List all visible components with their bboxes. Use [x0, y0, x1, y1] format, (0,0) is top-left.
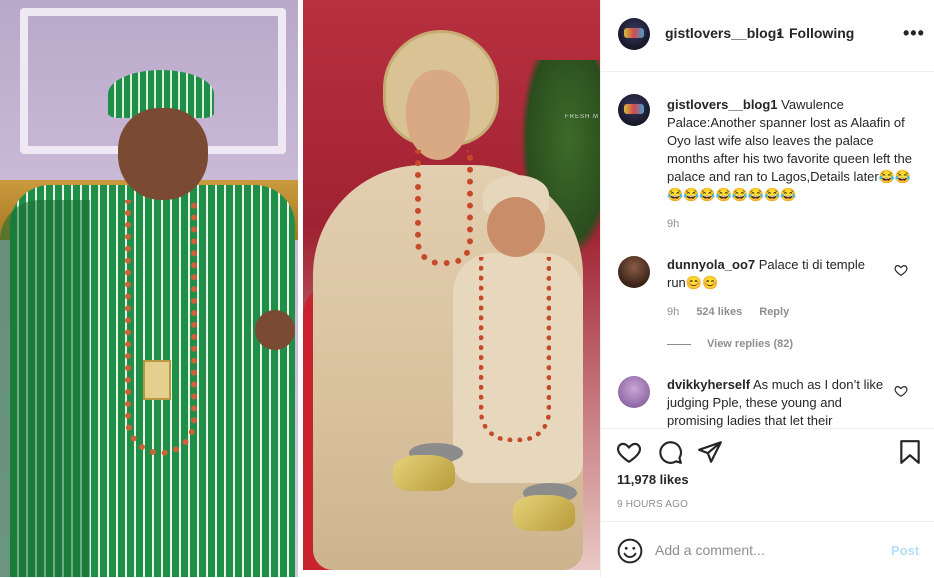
reply-button[interactable]: Reply — [759, 306, 789, 318]
comment-username[interactable]: dunnyola_oo7 — [667, 257, 755, 272]
share-icon[interactable] — [697, 439, 723, 465]
heart-icon[interactable] — [616, 439, 642, 465]
instagram-post-view: FRESH M gistlovers__blog1 • Following ••… — [0, 0, 934, 577]
post-timestamp[interactable]: 9 HOURS AGO — [617, 499, 688, 510]
post-comment-button[interactable]: Post — [891, 543, 919, 558]
view-replies-button[interactable]: View replies (82) — [667, 338, 793, 350]
comment: dvikkyherself As much as I don’t like ju… — [667, 376, 887, 428]
comment-timestamp[interactable]: 9h — [667, 306, 679, 318]
add-comment-input[interactable] — [655, 540, 875, 560]
bookmark-icon[interactable] — [897, 439, 923, 465]
post-side-panel: gistlovers__blog1 • Following ••• gistlo… — [600, 0, 934, 577]
add-comment-bar: Post — [601, 521, 934, 578]
photo-king — [0, 0, 298, 577]
caption-username[interactable]: gistlovers__blog1 — [667, 97, 778, 112]
comment-like-heart-icon[interactable] — [894, 263, 908, 277]
photo-watermark: FRESH M — [565, 114, 599, 120]
caption-timestamp[interactable]: 9h — [667, 218, 679, 230]
post-image[interactable]: FRESH M — [0, 0, 600, 577]
caption-text: Vawulence Palace:Another spanner lost as… — [667, 97, 912, 202]
emoji-icon[interactable] — [617, 538, 643, 564]
comment-likes[interactable]: 524 likes — [696, 306, 742, 318]
comment-icon[interactable] — [657, 439, 683, 465]
likes-count[interactable]: 11,978 likes — [617, 472, 689, 487]
comment: dunnyola_oo7 Palace ti di temple run😊😊 — [667, 256, 887, 292]
view-replies-label: View replies (82) — [707, 338, 794, 350]
comment-avatar[interactable] — [618, 376, 650, 408]
following-button[interactable]: Following — [789, 25, 854, 41]
caption: gistlovers__blog1 Vawulence Palace:Anoth… — [667, 96, 919, 204]
post-header: gistlovers__blog1 • Following ••• — [601, 0, 934, 72]
comments-list[interactable]: gistlovers__blog1 Vawulence Palace:Anoth… — [601, 72, 934, 428]
action-bar — [601, 428, 934, 469]
separator-dot: • — [777, 25, 782, 41]
header-username[interactable]: gistlovers__blog1 — [665, 25, 784, 41]
comment-like-heart-icon[interactable] — [894, 384, 908, 398]
comment-meta: 9h 524 likes Reply — [667, 306, 803, 318]
caption-avatar[interactable] — [618, 94, 650, 126]
more-icon[interactable]: ••• — [903, 24, 925, 42]
comment-avatar[interactable] — [618, 256, 650, 288]
avatar[interactable] — [618, 18, 650, 50]
comment-username[interactable]: dvikkyherself — [667, 377, 750, 392]
photo-queen-and-child: FRESH M — [303, 0, 600, 570]
